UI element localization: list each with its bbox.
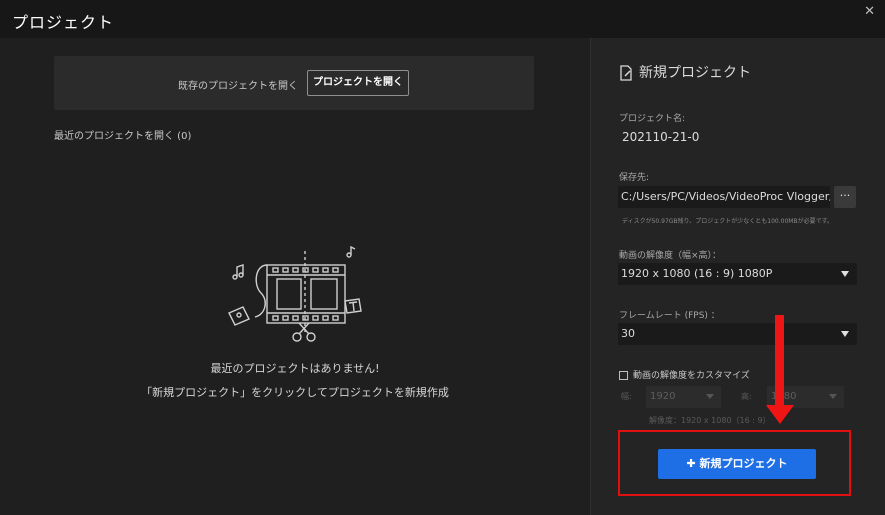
customize-label: 動画の解像度をカスタマイズ <box>633 371 750 381</box>
browse-button[interactable]: ··· <box>834 186 856 208</box>
resolution-value: 1920 x 1080 (16 : 9) 1080P <box>621 267 773 280</box>
save-location-field[interactable]: C:/Users/PC/Videos/VideoProc Vlogger/Pro… <box>618 186 830 208</box>
new-project-header-text: 新規プロジェクト <box>639 65 751 81</box>
chevron-down-icon <box>829 394 837 399</box>
chevron-down-icon <box>841 331 849 337</box>
recent-projects-label: 最近のプロジェクトを開く (0) <box>54 131 192 142</box>
framerate-select[interactable]: 30 <box>618 323 857 345</box>
annotation-arrow-shaft <box>775 315 784 407</box>
annotation-arrow-head <box>766 405 794 424</box>
project-name-field[interactable]: 202110-21-0 <box>618 126 857 148</box>
open-existing-bar: 既存のプロジェクトを開く プロジェクトを開く <box>54 56 534 110</box>
close-icon[interactable]: ✕ <box>864 4 875 19</box>
left-panel: 既存のプロジェクトを開く プロジェクトを開く 最近のプロジェクトを開く (0) <box>0 38 590 515</box>
project-name-label: プロジェクト名: <box>619 114 686 124</box>
save-location-label: 保存先: <box>619 173 650 183</box>
width-label: 幅: <box>621 392 632 401</box>
open-project-button[interactable]: プロジェクトを開く <box>307 70 409 96</box>
edit-document-icon <box>620 65 632 81</box>
width-select[interactable]: 1920 <box>646 386 721 408</box>
annotation-highlight-box <box>618 430 851 496</box>
chevron-down-icon <box>706 394 714 399</box>
resolution-label: 動画の解像度（幅×高）： <box>619 251 722 261</box>
chevron-down-icon <box>841 271 849 277</box>
customize-checkbox[interactable] <box>619 371 628 380</box>
width-value: 1920 <box>650 391 676 402</box>
disk-space-hint: ディスクが50.97GB残り、プロジェクトが少なくとも100.00MBが必要です… <box>622 218 833 225</box>
customize-resolution-row[interactable]: 動画の解像度をカスタマイズ <box>619 368 750 381</box>
open-existing-label: 既存のプロジェクトを開く <box>178 81 298 92</box>
new-project-header: 新規プロジェクト <box>619 62 751 82</box>
framerate-label: フレームレート (FPS) ： <box>619 311 720 321</box>
resolution-select[interactable]: 1920 x 1080 (16 : 9) 1080P <box>618 263 857 285</box>
resolution-readout: 解像度：1920 x 1080（16 : 9） <box>649 416 771 425</box>
height-label: 高: <box>741 392 752 401</box>
window-title: プロジェクト <box>12 13 115 32</box>
empty-film-illustration <box>228 245 362 342</box>
framerate-value: 30 <box>621 327 635 340</box>
empty-state-hint: 「新規プロジェクト」をクリックしてプロジェクトを新規作成 <box>141 386 449 399</box>
title-bar: プロジェクト ✕ <box>0 0 885 38</box>
empty-state-title: 最近のプロジェクトはありません! <box>210 362 380 375</box>
